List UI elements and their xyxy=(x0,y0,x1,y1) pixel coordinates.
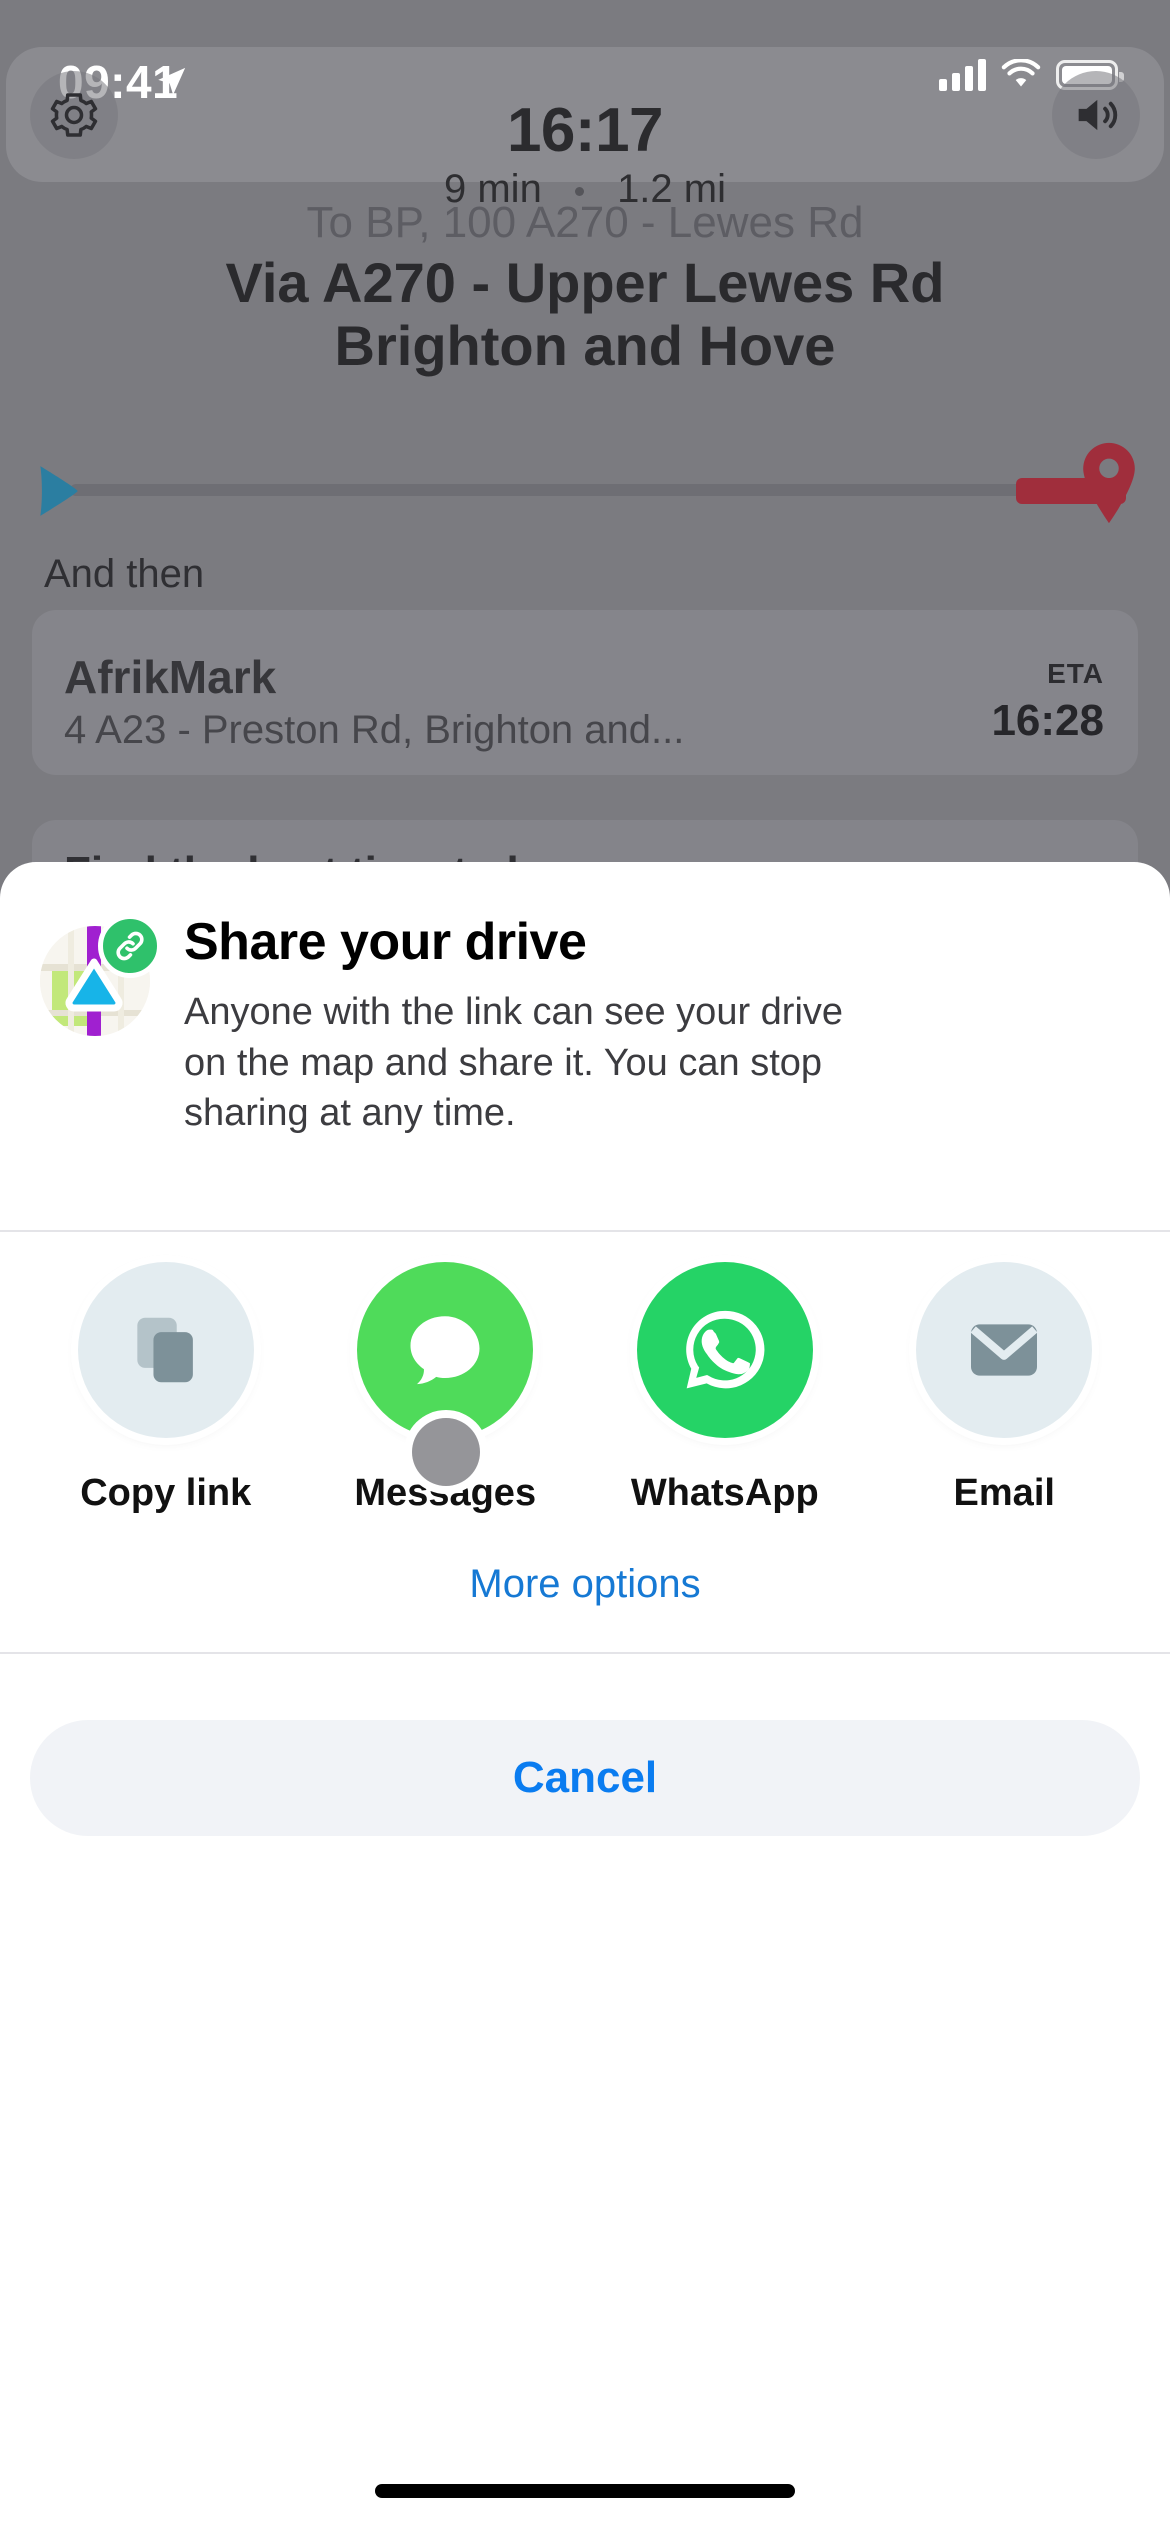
share-target-label: Email xyxy=(953,1472,1055,1514)
share-sheet: Share your drive Anyone with the link ca… xyxy=(0,862,1170,2532)
copy-glyph xyxy=(137,1317,193,1383)
via-line-2: Brighton and Hove xyxy=(334,313,836,377)
arrival-time: 16:17 xyxy=(506,96,664,165)
divider-top xyxy=(0,1230,1170,1232)
chain-link-glyph xyxy=(116,931,144,961)
map-route-icon xyxy=(40,914,162,1036)
message-bubble-icon xyxy=(357,1262,534,1438)
and-then-label: And then xyxy=(44,552,205,596)
whatsapp-icon xyxy=(636,1262,813,1438)
message-bubble-glyph xyxy=(410,1316,480,1385)
cancel-button[interactable]: Cancel xyxy=(30,1720,1140,1836)
stop-eta-label: ETA xyxy=(1047,658,1104,689)
stop-name: AfrikMark xyxy=(64,651,277,703)
more-options-button[interactable]: More options xyxy=(0,1562,1170,1607)
share-sheet-header: Share your drive Anyone with the link ca… xyxy=(0,862,1170,1134)
navigation-top-panel: 09:41 16:17 9 min 1.2 mi xyxy=(6,47,1164,211)
share-target-copy-link[interactable]: Copy link xyxy=(51,1262,281,1515)
share-sheet-title: Share your drive xyxy=(184,913,587,971)
share-target-whatsapp[interactable]: WhatsApp xyxy=(610,1262,840,1515)
next-stop-card[interactable]: AfrikMark 4 A23 - Preston Rd, Brighton a… xyxy=(32,610,1138,775)
cellular-signal-icon xyxy=(939,59,986,91)
separator-dot xyxy=(574,186,584,196)
route-via-line: Via A270 - Upper Lewes Rd Brighton and H… xyxy=(60,251,1110,377)
wifi-icon xyxy=(1001,59,1041,87)
copy-icon xyxy=(77,1262,254,1438)
envelope-glyph xyxy=(970,1324,1038,1376)
share-targets-row: Copy link Messages WhatsApp Email xyxy=(0,1262,1170,1515)
share-target-label: Copy link xyxy=(80,1472,252,1514)
location-arrow-icon xyxy=(158,67,186,95)
envelope-icon xyxy=(916,1262,1093,1438)
stop-eta-time: 16:28 xyxy=(991,696,1104,745)
share-target-label: WhatsApp xyxy=(630,1472,819,1514)
via-line-1: Via A270 - Upper Lewes Rd xyxy=(225,251,945,314)
phone-screen: 09:41 16:17 9 min 1.2 mi To BP, 100 A270… xyxy=(0,0,1170,2532)
share-sheet-text: Share your drive Anyone with the link ca… xyxy=(158,913,1126,1139)
touch-indicator xyxy=(412,1418,480,1486)
link-icon xyxy=(98,914,162,978)
divider-bottom xyxy=(0,1652,1170,1654)
stop-address: 4 A23 - Preston Rd, Brighton and... xyxy=(64,708,685,752)
route-progress-track xyxy=(70,484,1110,496)
blue-arrow-icon xyxy=(40,466,78,516)
share-target-email[interactable]: Email xyxy=(889,1262,1119,1515)
share-sheet-description: Anyone with the link can see your drive … xyxy=(184,991,844,1135)
home-indicator[interactable] xyxy=(375,2484,795,2498)
destination-pin-icon xyxy=(1083,442,1135,524)
whatsapp-glyph xyxy=(685,1310,765,1389)
destination-line: To BP, 100 A270 - Lewes Rd xyxy=(306,198,864,247)
